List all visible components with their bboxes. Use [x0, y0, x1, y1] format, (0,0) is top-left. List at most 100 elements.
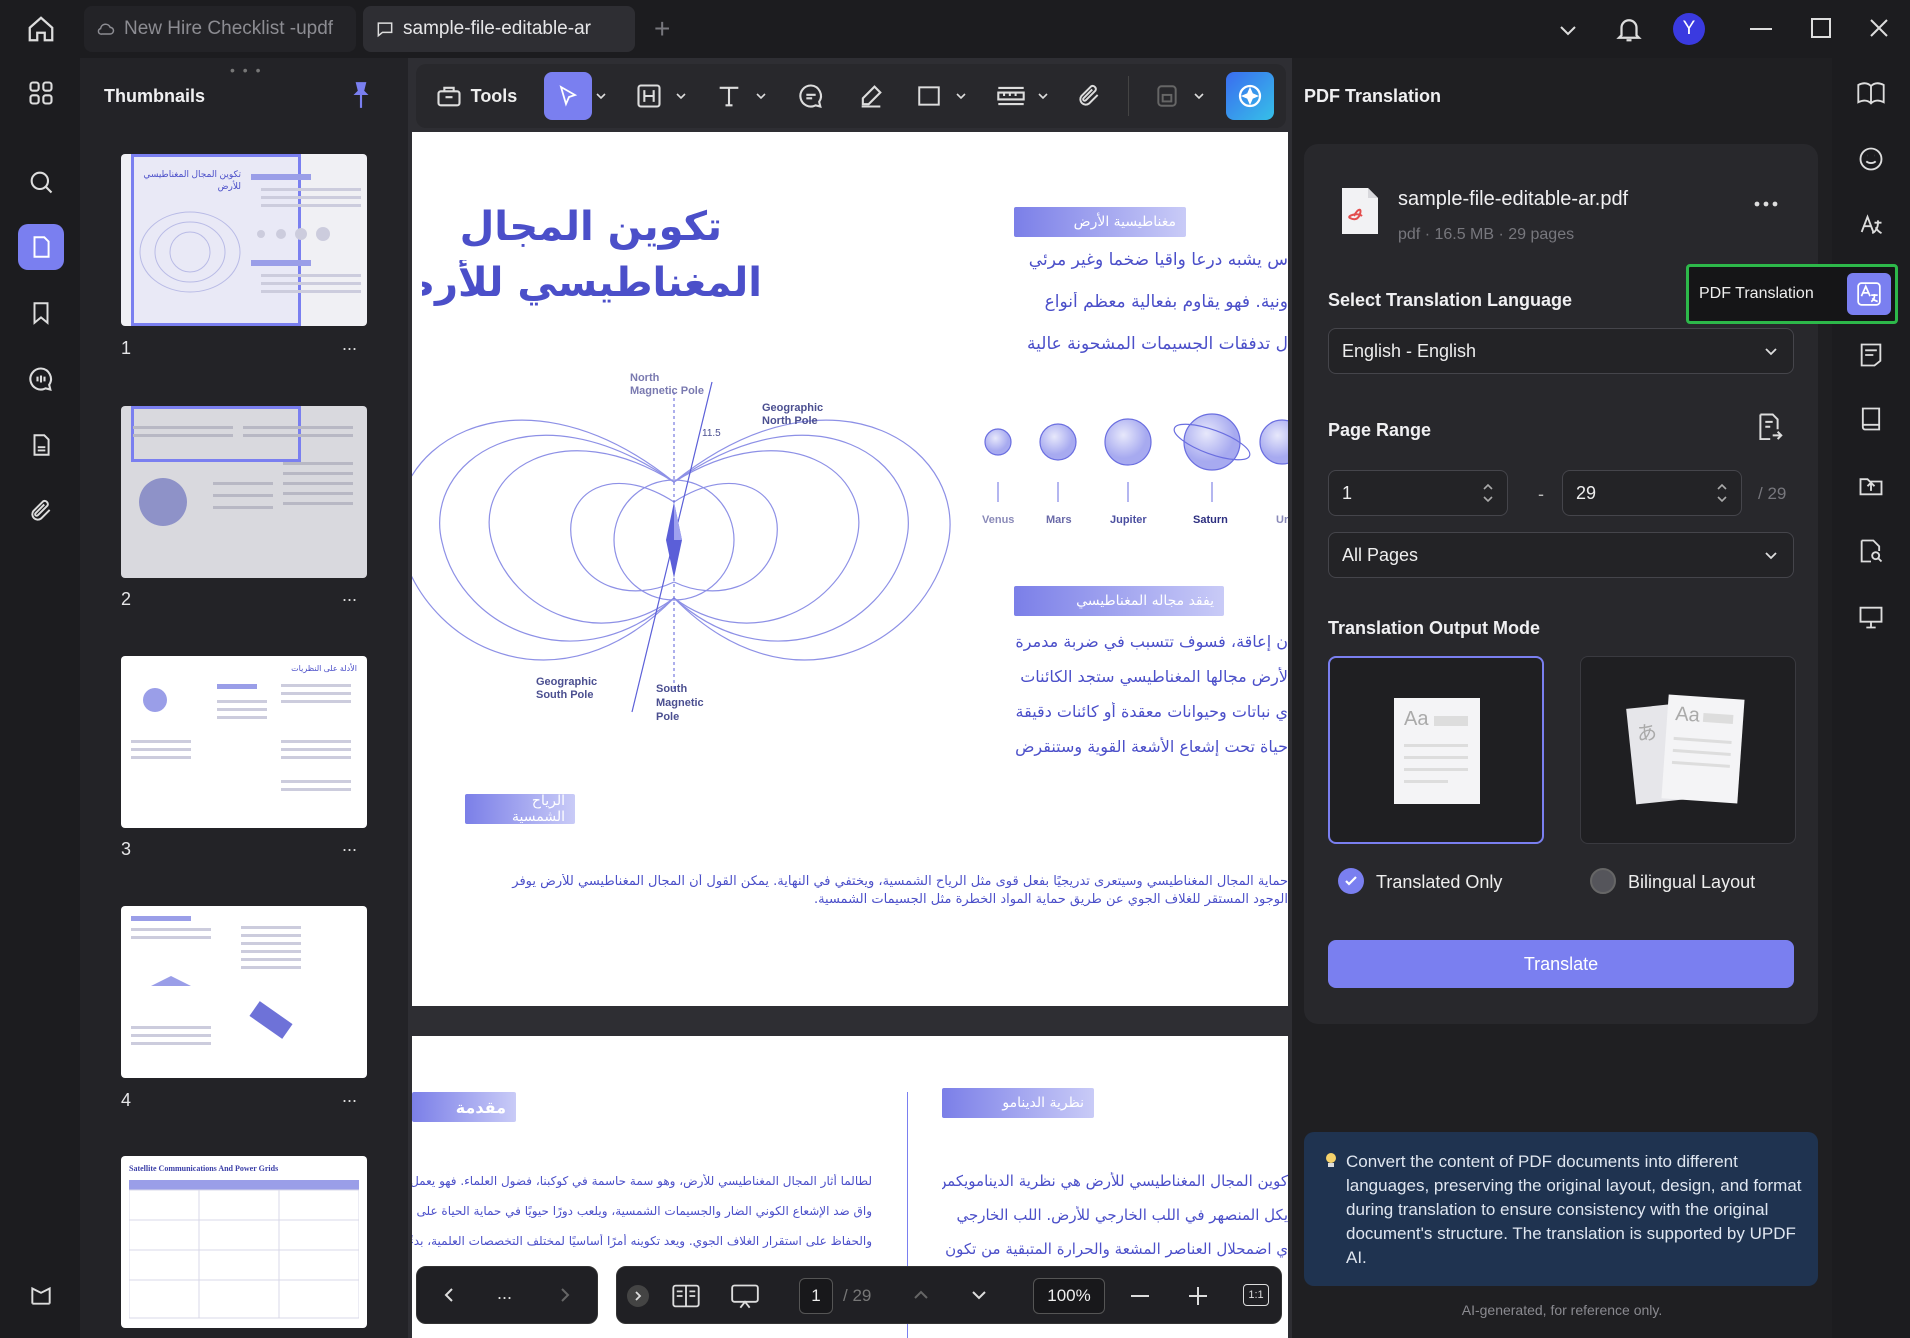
- home-icon[interactable]: [26, 14, 56, 44]
- ocr-icon[interactable]: [1848, 528, 1894, 574]
- book-icon[interactable]: [1848, 396, 1894, 442]
- translated-only-label[interactable]: Translated Only: [1376, 872, 1502, 893]
- chevron-up-icon[interactable]: [911, 1285, 931, 1305]
- stepper-icon[interactable]: [1481, 480, 1495, 506]
- pin-icon[interactable]: [348, 80, 374, 110]
- thumbnail-page-2[interactable]: [121, 406, 367, 578]
- chevron-down-icon[interactable]: [672, 72, 690, 120]
- page-total-label: / 29: [843, 1286, 872, 1305]
- more-icon[interactable]: ...: [342, 334, 357, 355]
- swap-range-icon[interactable]: [1754, 412, 1784, 444]
- range-to-input[interactable]: 29: [1562, 470, 1742, 516]
- cloud-icon: [97, 23, 115, 35]
- present-icon[interactable]: [1848, 594, 1894, 640]
- translated-only-radio[interactable]: [1338, 868, 1364, 894]
- chevron-down-icon[interactable]: [1190, 72, 1208, 120]
- bilingual-radio[interactable]: [1590, 868, 1616, 894]
- zoom-level-input[interactable]: 100%: [1033, 1278, 1105, 1314]
- ai-chat-icon[interactable]: [1848, 136, 1894, 182]
- thumbnails-icon[interactable]: [18, 224, 64, 270]
- paragraph-line: ي اضمحلال العناصر المشعة والحرارة المتبق…: [945, 1240, 1288, 1258]
- pages-select[interactable]: All Pages: [1328, 532, 1794, 578]
- thumbnail-page-1[interactable]: تكوين المجال المغناطيسي للأرض: [121, 154, 367, 326]
- actual-size-button[interactable]: 1:1: [1243, 1284, 1269, 1306]
- bell-icon[interactable]: [1614, 14, 1644, 44]
- more-options-icon[interactable]: [1754, 200, 1778, 208]
- layers-icon[interactable]: [18, 1272, 64, 1318]
- document-page-1: تكوين المجال المغناطيسي للأرض مغناطيسية …: [412, 132, 1288, 1006]
- paragraph-line: حياة تحت إشعاع الأشعة القوية وستنقرض: [1015, 737, 1288, 756]
- measure-tool-button[interactable]: [988, 72, 1034, 120]
- ai-assistant-button[interactable]: [1226, 72, 1274, 120]
- text-tool-button[interactable]: [706, 72, 752, 120]
- page-nav-bar-left: ...: [416, 1266, 598, 1324]
- chevron-down-icon[interactable]: [1034, 72, 1052, 120]
- pdf-translation-button-highlighted[interactable]: [1847, 273, 1891, 315]
- select-tool-button[interactable]: [544, 72, 592, 120]
- stamp-icon[interactable]: [18, 422, 64, 468]
- summarize-icon[interactable]: [1848, 332, 1894, 378]
- shape-tool-button[interactable]: [906, 72, 952, 120]
- more-icon[interactable]: ...: [497, 1283, 512, 1304]
- paragraph-line: واق ضد الإشعاع الكوني الضار والجسيمات ال…: [412, 1204, 872, 1218]
- maximize-icon[interactable]: [1811, 18, 1831, 38]
- chevron-right-icon[interactable]: [555, 1285, 575, 1305]
- search-icon[interactable]: [18, 159, 64, 205]
- tab-sample-file[interactable]: sample-file-editable-ar: [363, 6, 635, 52]
- apps-icon[interactable]: [18, 70, 64, 116]
- more-icon[interactable]: ...: [342, 835, 357, 856]
- avatar[interactable]: Y: [1673, 13, 1705, 45]
- section-pill-earth-magnetism: مغناطيسية الأرض: [1014, 207, 1186, 237]
- thumbnail-page-3[interactable]: الأدلة على النظريات: [121, 656, 367, 828]
- toolbar: Tools: [416, 64, 1286, 128]
- attach-tool-button[interactable]: [1066, 72, 1112, 120]
- close-icon[interactable]: [1867, 16, 1891, 40]
- save-button[interactable]: [1144, 72, 1190, 120]
- zoom-out-icon[interactable]: [1131, 1295, 1149, 1297]
- thumbnail-page-4[interactable]: [121, 906, 367, 1078]
- chevron-left-icon[interactable]: [439, 1285, 459, 1305]
- chevron-down-icon[interactable]: [952, 72, 970, 120]
- comment-icon: [377, 22, 393, 38]
- thumbnail-page-5[interactable]: Satellite Communications And Power Grids: [121, 1156, 367, 1328]
- ai-icon: [1238, 84, 1262, 108]
- translate-button[interactable]: Translate: [1328, 940, 1794, 988]
- chevron-down-icon[interactable]: [752, 72, 770, 120]
- pen-tool-button[interactable]: [848, 72, 894, 120]
- reader-icon[interactable]: [1848, 70, 1894, 116]
- thumbnail-title: تكوين المجال المغناطيسي للأرض: [143, 169, 241, 191]
- page-number-input[interactable]: 1: [799, 1278, 833, 1314]
- document-title-line2: المغناطيسي للأرض: [422, 260, 762, 306]
- thumbnail-number: 3: [121, 839, 132, 859]
- tab-new-hire-checklist[interactable]: New Hire Checklist -updf: [84, 6, 356, 52]
- comment-tool-button[interactable]: [788, 72, 834, 120]
- language-select[interactable]: English - English: [1328, 328, 1794, 374]
- comment-icon[interactable]: [18, 356, 64, 402]
- tools-button[interactable]: Tools: [426, 72, 526, 120]
- attachment-icon[interactable]: [18, 488, 64, 534]
- range-from-input[interactable]: 1: [1328, 470, 1508, 516]
- more-icon[interactable]: ...: [342, 585, 357, 606]
- chevron-down-icon[interactable]: [592, 72, 610, 120]
- chevron-down-icon[interactable]: [1556, 18, 1580, 42]
- mode-glyph: あ: [1635, 721, 1658, 746]
- highlight-tool-button[interactable]: [626, 72, 672, 120]
- mode-option-translated-only[interactable]: Aa: [1328, 656, 1544, 844]
- zoom-in-icon[interactable]: [1187, 1285, 1209, 1307]
- export-icon[interactable]: [1848, 462, 1894, 508]
- minimize-icon[interactable]: [1750, 28, 1772, 30]
- translate-text-icon[interactable]: [1848, 202, 1894, 248]
- collapse-toggle-icon[interactable]: [627, 1285, 649, 1307]
- reading-mode-icon[interactable]: [671, 1282, 701, 1310]
- mode-option-bilingual[interactable]: あ Aa: [1580, 656, 1796, 844]
- page-range-label: Page Range: [1328, 420, 1432, 440]
- presentation-icon[interactable]: [729, 1282, 761, 1310]
- info-text: Convert the content of PDF documents int…: [1346, 1152, 1802, 1267]
- more-icon[interactable]: ...: [342, 1086, 357, 1107]
- new-tab-icon[interactable]: +: [654, 15, 670, 43]
- stepper-icon[interactable]: [1715, 480, 1729, 506]
- chevron-down-icon[interactable]: [969, 1285, 989, 1305]
- bilingual-label[interactable]: Bilingual Layout: [1628, 872, 1755, 893]
- drag-handle[interactable]: • • •: [230, 62, 262, 78]
- bookmark-icon[interactable]: [18, 290, 64, 336]
